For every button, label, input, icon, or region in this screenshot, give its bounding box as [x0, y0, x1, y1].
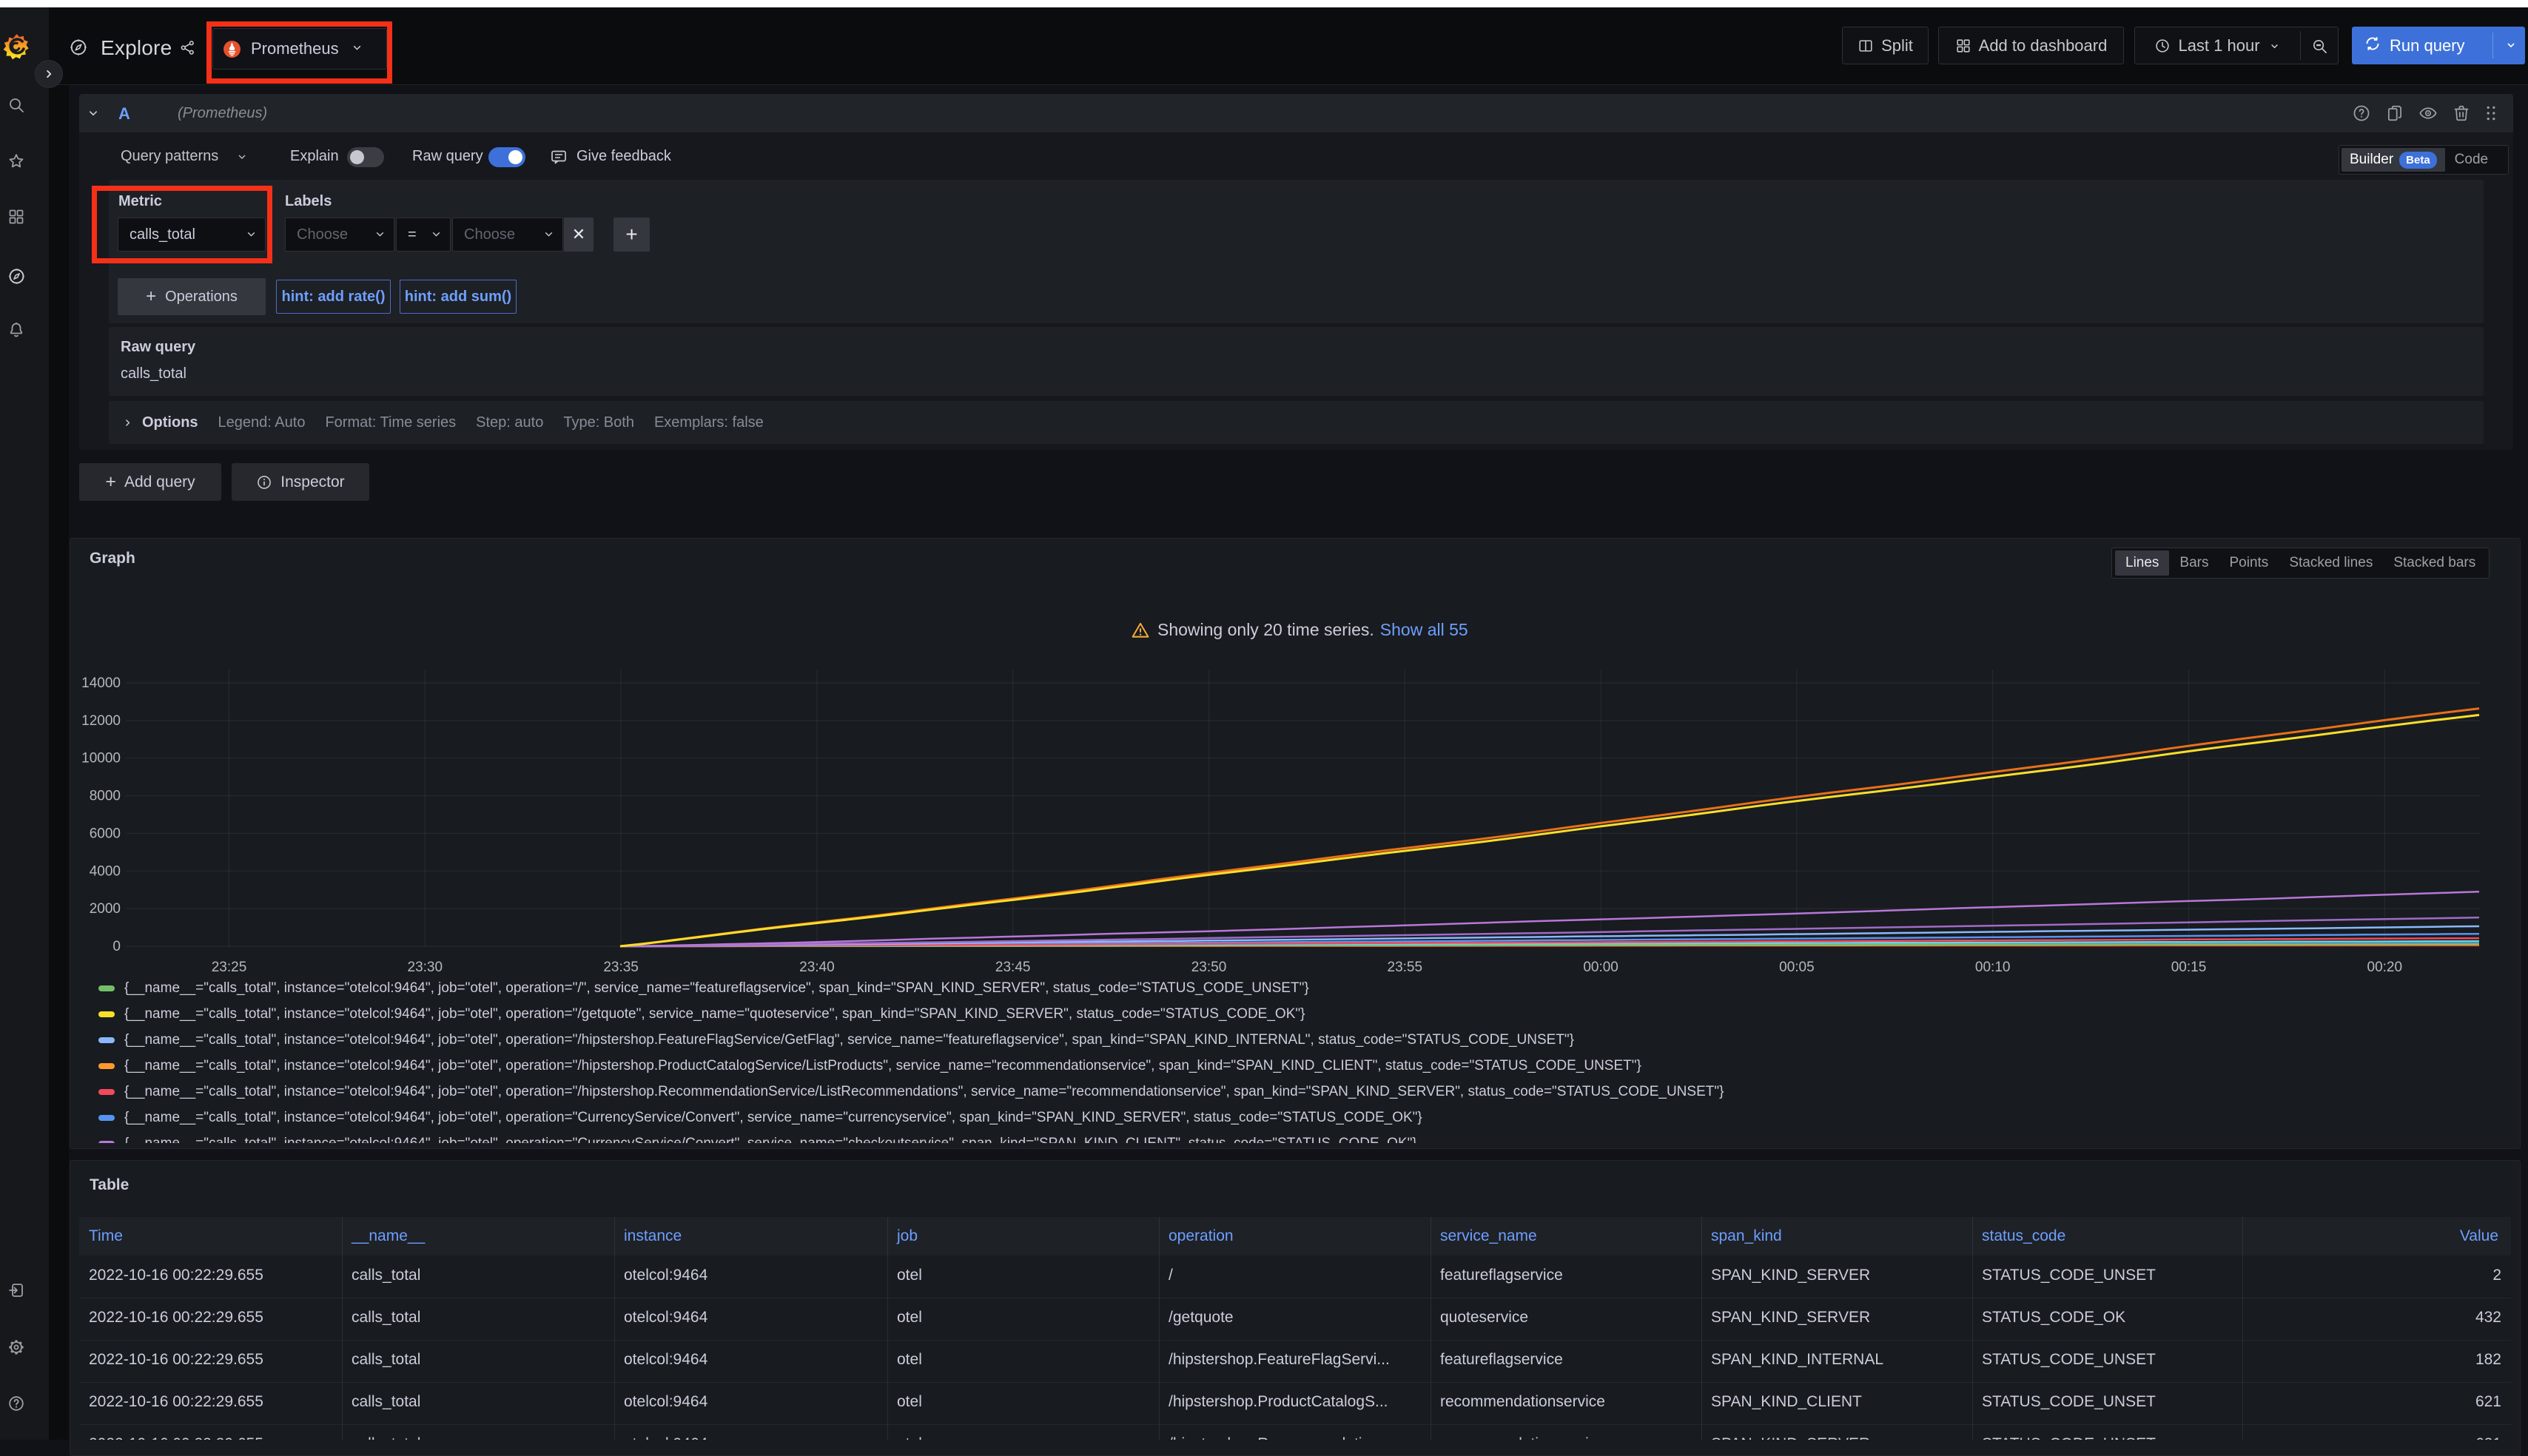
svg-text:23:35: 23:35 — [603, 960, 639, 975]
svg-text:23:55: 23:55 — [1388, 960, 1423, 975]
svg-text:10000: 10000 — [81, 751, 121, 766]
svg-text:8000: 8000 — [90, 789, 121, 804]
svg-text:23:45: 23:45 — [995, 960, 1031, 975]
svg-text:0: 0 — [112, 939, 121, 954]
svg-text:6000: 6000 — [90, 826, 121, 841]
svg-text:00:05: 00:05 — [1779, 960, 1815, 975]
svg-text:23:30: 23:30 — [408, 960, 443, 975]
svg-text:14000: 14000 — [81, 675, 121, 691]
svg-text:23:50: 23:50 — [1191, 960, 1227, 975]
svg-text:12000: 12000 — [81, 713, 121, 729]
svg-text:23:40: 23:40 — [799, 960, 835, 975]
svg-text:00:20: 00:20 — [2367, 960, 2403, 975]
svg-text:00:00: 00:00 — [1583, 960, 1618, 975]
svg-text:4000: 4000 — [90, 863, 121, 879]
svg-text:00:15: 00:15 — [2171, 960, 2207, 975]
svg-text:00:10: 00:10 — [1975, 960, 2011, 975]
svg-text:2000: 2000 — [90, 901, 121, 917]
svg-text:23:25: 23:25 — [212, 960, 247, 975]
